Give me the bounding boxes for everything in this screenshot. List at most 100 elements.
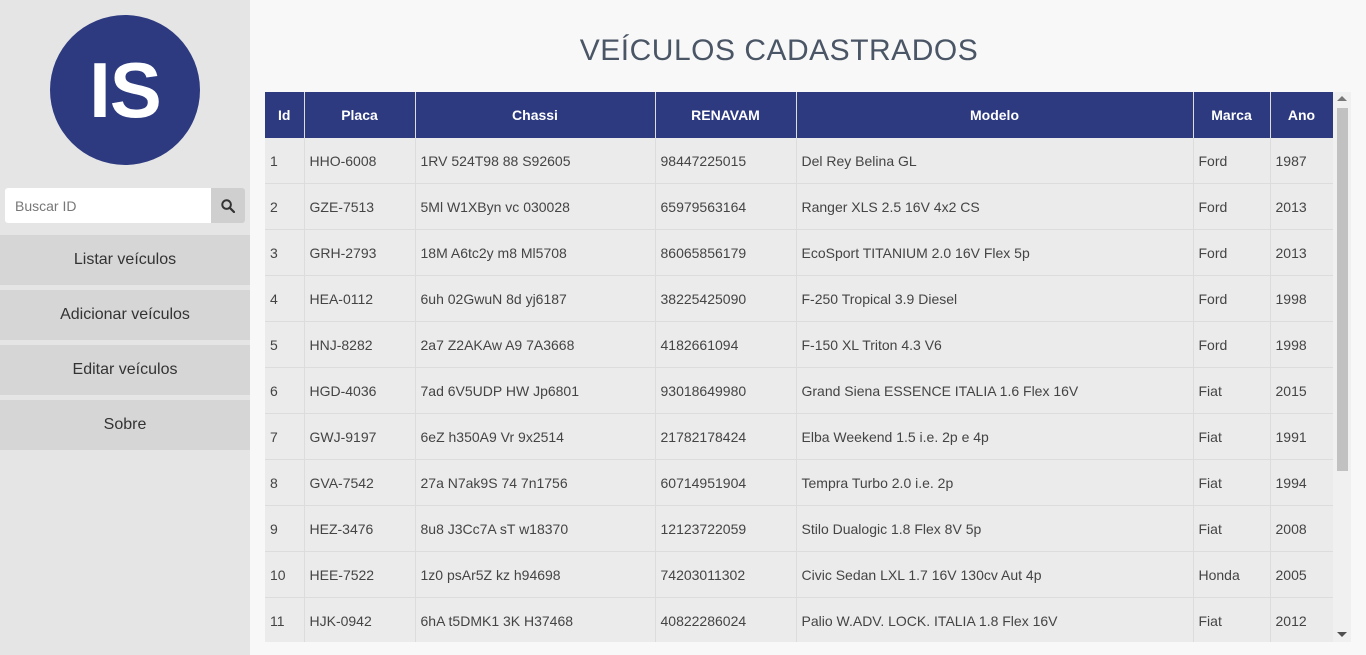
cell-chassi: 1z0 psAr5Z kz h94698	[415, 551, 656, 598]
cell-ano: 2013	[1270, 229, 1334, 276]
scroll-thumb[interactable]	[1337, 108, 1348, 471]
cell-chassi: 27a N7ak9S 74 7n1756	[415, 459, 656, 506]
cell-chassi: 18M A6tc2y m8 Ml5708	[415, 229, 656, 276]
cell-renavam: 86065856179	[655, 229, 797, 276]
cell-chassi: 2a7 Z2AKAw A9 7A3668	[415, 321, 656, 368]
cell-marca: Ford	[1193, 275, 1271, 322]
cell-id: 11	[265, 597, 305, 642]
sidebar-nav: Listar veículos Adicionar veículos Edita…	[0, 235, 250, 455]
cell-marca: Fiat	[1193, 597, 1271, 642]
cell-marca: Fiat	[1193, 505, 1271, 552]
table-row[interactable]: 7 GWJ-9197 6eZ h350A9 Vr 9x2514 21782178424…	[265, 413, 1334, 460]
cell-placa: HEA-0112	[304, 275, 416, 322]
cell-renavam: 98447225015	[655, 138, 797, 184]
cell-chassi: 6uh 02GwuN 8d yj6187	[415, 275, 656, 322]
cell-placa: HEZ-3476	[304, 505, 416, 552]
column-header-id[interactable]: Id	[265, 92, 305, 138]
cell-marca: Ford	[1193, 229, 1271, 276]
cell-placa: HEE-7522	[304, 551, 416, 598]
cell-renavam: 65979563164	[655, 183, 797, 230]
search-bar	[5, 188, 245, 223]
cell-chassi: 6hA t5DMK1 3K H37468	[415, 597, 656, 642]
search-input[interactable]	[5, 188, 211, 223]
cell-renavam: 40822286024	[655, 597, 797, 642]
cell-id: 10	[265, 551, 305, 598]
table-row[interactable]: 8 GVA-7542 27a N7ak9S 74 7n1756 60714951904…	[265, 459, 1334, 506]
logo: IS	[50, 15, 200, 165]
table-row[interactable]: 1 HHO-6008 1RV 524T98 88 S92605 98447225015…	[265, 138, 1334, 184]
search-button[interactable]	[211, 188, 245, 223]
cell-modelo: Elba Weekend 1.5 i.e. 2p e 4p	[796, 413, 1194, 460]
scroll-down-arrow-icon[interactable]	[1337, 632, 1347, 637]
table-row[interactable]: 4 HEA-0112 6uh 02GwuN 8d yj6187 38225425090…	[265, 275, 1334, 322]
cell-placa: HHO-6008	[304, 138, 416, 184]
cell-modelo: F-250 Tropical 3.9 Diesel	[796, 275, 1194, 322]
nav-adicionar-veiculos[interactable]: Adicionar veículos	[0, 290, 250, 340]
cell-chassi: 1RV 524T98 88 S92605	[415, 138, 656, 184]
cell-marca: Honda	[1193, 551, 1271, 598]
cell-modelo: Palio W.ADV. LOCK. ITALIA 1.8 Flex 16V	[796, 597, 1194, 642]
cell-id: 2	[265, 183, 305, 230]
cell-id: 6	[265, 367, 305, 414]
cell-marca: Fiat	[1193, 367, 1271, 414]
vehicles-table: Id Placa Chassi RENAVAM Modelo Marca Ano…	[265, 92, 1334, 642]
cell-placa: GVA-7542	[304, 459, 416, 506]
cell-ano: 2012	[1270, 597, 1334, 642]
cell-id: 8	[265, 459, 305, 506]
cell-chassi: 8u8 J3Cc7A sT w18370	[415, 505, 656, 552]
table-container: Id Placa Chassi RENAVAM Modelo Marca Ano…	[265, 92, 1351, 642]
table-row[interactable]: 6 HGD-4036 7ad 6V5UDP HW Jp6801 93018649980…	[265, 367, 1334, 414]
table-row[interactable]: 11 HJK-0942 6hA t5DMK1 3K H37468 4082228602…	[265, 597, 1334, 642]
cell-id: 1	[265, 138, 305, 184]
cell-id: 9	[265, 505, 305, 552]
cell-ano: 2008	[1270, 505, 1334, 552]
cell-renavam: 74203011302	[655, 551, 797, 598]
column-header-marca[interactable]: Marca	[1193, 92, 1271, 138]
cell-modelo: Tempra Turbo 2.0 i.e. 2p	[796, 459, 1194, 506]
cell-chassi: 5Ml W1XByn vc 030028	[415, 183, 656, 230]
nav-sobre[interactable]: Sobre	[0, 400, 250, 450]
table-row[interactable]: 10 HEE-7522 1z0 psAr5Z kz h94698 7420301130…	[265, 551, 1334, 598]
cell-renavam: 93018649980	[655, 367, 797, 414]
table-row[interactable]: 3 GRH-2793 18M A6tc2y m8 Ml5708 86065856179…	[265, 229, 1334, 276]
cell-renavam: 4182661094	[655, 321, 797, 368]
main-content: VEÍCULOS CADASTRADOS Id Placa Chassi REN…	[250, 0, 1366, 655]
column-header-ano[interactable]: Ano	[1270, 92, 1334, 138]
page-title: VEÍCULOS CADASTRADOS	[579, 34, 979, 67]
cell-placa: HNJ-8282	[304, 321, 416, 368]
column-header-modelo[interactable]: Modelo	[796, 92, 1194, 138]
table-row[interactable]: 2 GZE-7513 5Ml W1XByn vc 030028 65979563164…	[265, 183, 1334, 230]
column-header-renavam[interactable]: RENAVAM	[655, 92, 797, 138]
cell-modelo: Grand Siena ESSENCE ITALIA 1.6 Flex 16V	[796, 367, 1194, 414]
cell-modelo: Civic Sedan LXL 1.7 16V 130cv Aut 4p	[796, 551, 1194, 598]
cell-renavam: 21782178424	[655, 413, 797, 460]
cell-marca: Fiat	[1193, 413, 1271, 460]
table-row[interactable]: 5 HNJ-8282 2a7 Z2AKAw A9 7A3668 4182661094 F…	[265, 321, 1334, 368]
cell-modelo: Del Rey Belina GL	[796, 138, 1194, 184]
search-icon	[221, 198, 235, 213]
cell-marca: Fiat	[1193, 459, 1271, 506]
cell-marca: Ford	[1193, 183, 1271, 230]
cell-placa: HJK-0942	[304, 597, 416, 642]
cell-ano: 1987	[1270, 138, 1334, 184]
cell-placa: GZE-7513	[304, 183, 416, 230]
cell-placa: GRH-2793	[304, 229, 416, 276]
cell-renavam: 38225425090	[655, 275, 797, 322]
cell-ano: 1998	[1270, 321, 1334, 368]
cell-id: 5	[265, 321, 305, 368]
table-row[interactable]: 9 HEZ-3476 8u8 J3Cc7A sT w18370 12123722059…	[265, 505, 1334, 552]
cell-modelo: Stilo Dualogic 1.8 Flex 8V 5p	[796, 505, 1194, 552]
vertical-scrollbar[interactable]	[1333, 92, 1351, 642]
cell-ano: 2013	[1270, 183, 1334, 230]
cell-chassi: 6eZ h350A9 Vr 9x2514	[415, 413, 656, 460]
nav-editar-veiculos[interactable]: Editar veículos	[0, 345, 250, 395]
scroll-up-arrow-icon[interactable]	[1337, 96, 1347, 101]
cell-marca: Ford	[1193, 321, 1271, 368]
cell-id: 7	[265, 413, 305, 460]
nav-listar-veiculos[interactable]: Listar veículos	[0, 235, 250, 285]
table-header-row: Id Placa Chassi RENAVAM Modelo Marca Ano	[265, 92, 1334, 138]
column-header-placa[interactable]: Placa	[304, 92, 416, 138]
column-header-chassi[interactable]: Chassi	[415, 92, 656, 138]
cell-modelo: F-150 XL Triton 4.3 V6	[796, 321, 1194, 368]
cell-ano: 1994	[1270, 459, 1334, 506]
